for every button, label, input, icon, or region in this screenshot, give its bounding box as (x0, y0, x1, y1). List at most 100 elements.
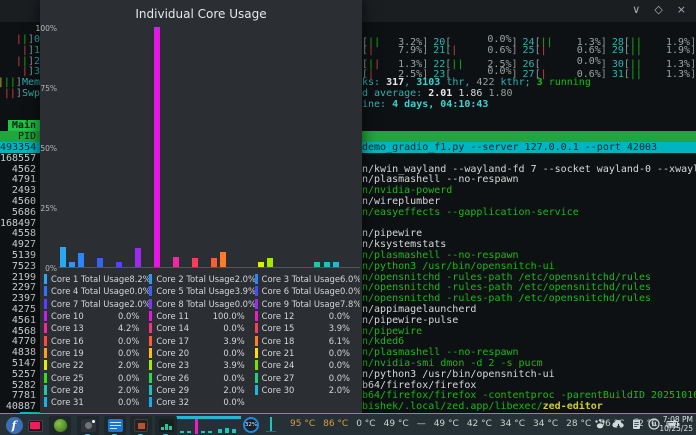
legend-value: 0.0% (329, 348, 360, 358)
process-row: n/kwin_wayland --wayland-fd 7 --socket w… (362, 164, 696, 175)
legend-swatch (149, 299, 152, 309)
legend-label: Core 21 (262, 348, 329, 358)
legend-item: Core 22 2.0% (44, 359, 149, 371)
temperature-value: 49 °C (384, 419, 409, 429)
legend-item: Core 16 0.0% (44, 334, 149, 346)
files-app-icon[interactable] (104, 416, 126, 435)
camera-app-icon[interactable] (77, 416, 99, 435)
legend-swatch (44, 385, 47, 395)
temperature-value: 34 °C (533, 419, 558, 429)
legend-label: Core 15 (262, 323, 329, 333)
taskbar[interactable]: 32% 95 °C86 °C0 °C49 °C—49 °C42 °C34 °C3… (0, 413, 696, 435)
process-row: n/python3 /usr/bin/opensnitch-ui (362, 261, 696, 272)
core-usage-bar (324, 262, 330, 267)
y-axis-tick: 0% (17, 264, 57, 273)
process-row: n/opensnitchd -rules-path /etc/opensnitc… (362, 293, 696, 304)
pid-cell: 4770 (0, 336, 40, 347)
legend-label: Core 30 (262, 385, 329, 395)
pid-cell: 168557 (0, 153, 40, 164)
pid-cell: 4791 (0, 174, 40, 185)
terminal-app-icon[interactable] (130, 416, 152, 435)
core-usage-bar (314, 262, 320, 267)
terminal-row: 3[| (0, 66, 40, 77)
legend-label: Core 3 Total Usage (262, 274, 340, 284)
legend-item: Core 26 0.0% (149, 371, 254, 383)
desktop: ∨ ◇ × 0[||1[|2[||3[|Mem[|||Swp[||[||3.2%… (0, 0, 696, 435)
process-row: n/opensnitchd -rules-path /etc/opensnitc… (362, 282, 696, 293)
process-row: n/pipewire-pulse (362, 315, 696, 326)
terminal-row: ks: 317, 3103 thr, 422 kthr; 3 running (362, 77, 591, 88)
chart-title: Individual Core Usage (40, 7, 362, 21)
legend-swatch (44, 274, 47, 284)
legend-label: Core 28 (51, 385, 118, 395)
legend-swatch (255, 274, 258, 284)
legend-swatch (149, 360, 152, 370)
legend-item: Core 2 Total Usage 2.0% (149, 273, 254, 285)
legend-value: 100.0% (213, 311, 255, 321)
paw-icon[interactable] (594, 418, 606, 430)
legend-value: 6.1% (329, 336, 360, 346)
terminal-row: 1[| (0, 45, 40, 56)
legend-item: Core 5 Total Usage 3.9% (149, 285, 254, 297)
legend-value: 3.9% (235, 286, 255, 296)
process-row: n/plasmashell --no-respawn (362, 174, 696, 185)
legend-item: Core 1 Total Usage 8.2% (44, 273, 149, 285)
pid-cell: 4562 (0, 164, 40, 175)
legend-item: Core 23 3.9% (149, 359, 254, 371)
legend-label: Core 12 (262, 311, 329, 321)
terminal-row: 0[|| (0, 34, 40, 45)
pause-circle-icon[interactable] (648, 418, 660, 430)
y-axis-tick: 100% (17, 24, 57, 33)
legend-swatch (44, 323, 47, 333)
green-app-icon[interactable] (49, 416, 71, 435)
legend-value: 2.0% (129, 299, 149, 309)
cpu-gauge[interactable]: 32% (243, 417, 259, 433)
legend-swatch (44, 373, 47, 383)
temperature-value: 95 °C (290, 419, 315, 429)
chart-app-icon[interactable] (155, 416, 177, 435)
legend-label: Core 31 (51, 397, 118, 407)
legend-value: 0.0% (329, 360, 360, 370)
core-usage-bar (220, 252, 226, 267)
legend-swatch (44, 348, 47, 358)
terminal-row: ine: 4 days, 04:10:43 (362, 99, 488, 110)
legend-label: Core 6 Total Usage (262, 286, 340, 296)
core-usage-bar (154, 27, 160, 267)
bar-chart-plot (58, 28, 360, 268)
fedora-launcher-icon[interactable]: f (3, 416, 25, 435)
core-usage-bar (116, 262, 122, 267)
process-row: n/pipewire (362, 228, 696, 239)
core-usage-bar (78, 253, 84, 267)
legend-value: 0.0% (129, 286, 149, 296)
core-usage-bar (192, 258, 198, 267)
legend-swatch (255, 311, 258, 321)
legend-item: Core 13 4.2% (44, 322, 149, 334)
legend-value: 2.0% (235, 274, 255, 284)
core-usage-bar (258, 262, 264, 267)
legend-item: Core 12 0.0% (255, 310, 360, 322)
system-monitor-icon[interactable] (24, 416, 46, 435)
clipboard-icon[interactable] (631, 418, 642, 430)
clock[interactable]: 7:08 PM 10/25/25 (659, 416, 693, 433)
process-row: b64/firefox/firefox (362, 380, 696, 391)
legend-value: 3.9% (223, 336, 254, 346)
legend-label: Core 29 (156, 385, 223, 395)
pid-cell: 2493 (0, 185, 40, 196)
legend-label: Core 1 Total Usage (51, 274, 129, 284)
process-row: n/nvidia-smi dmon -d 2 -s pucm (362, 358, 696, 369)
core-usage-window[interactable]: Individual Core Usage Core 1 Total Usage… (40, 0, 362, 413)
legend-item: Core 15 3.9% (255, 322, 360, 334)
legend-label: Core 20 (156, 348, 223, 358)
terminal-row: Main (0, 120, 40, 131)
legend-swatch (44, 299, 47, 309)
legend-swatch (149, 323, 152, 333)
pid-cell: 5139 (0, 250, 40, 261)
legend-value: 8.2% (129, 274, 149, 284)
cloud-download-icon[interactable] (612, 418, 625, 430)
pid-cell: 2199 (0, 272, 40, 283)
clock-date: 10/25/25 (659, 425, 693, 434)
terminal-row: demo_gradio_f1.py --server 127.0.0.1 --p… (362, 142, 696, 153)
pid-cell: 168497 (0, 218, 40, 229)
legend-swatch (149, 397, 152, 407)
process-row: n/kded6 (362, 336, 696, 347)
